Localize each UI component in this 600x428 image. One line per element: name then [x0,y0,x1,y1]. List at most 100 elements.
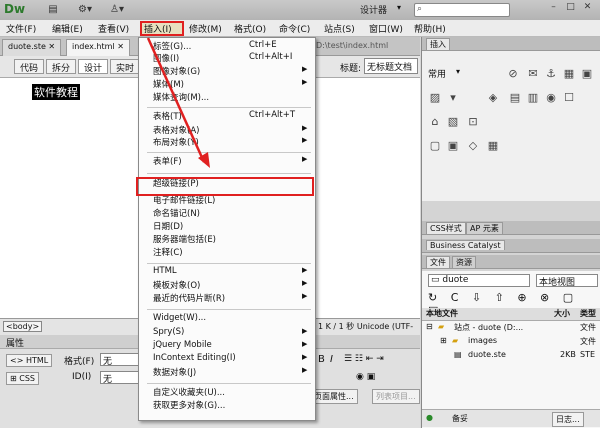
title-input[interactable]: 无标题文档 [364,58,418,74]
split-view-button[interactable]: 拆分 [46,59,77,74]
maximize-button[interactable]: □ [562,2,579,16]
insert-category-select[interactable]: 常用 [428,67,446,80]
css-mode-button[interactable]: ⊞ CSS [6,372,39,385]
submenu-arrow-icon: ▶ [302,279,308,287]
tab-business-catalyst[interactable]: Business Catalyst [426,240,505,250]
menu-item[interactable]: jQuery Mobile ▶ [139,340,315,352]
menu-help[interactable]: 帮助(H) [414,22,446,35]
email-link-icon[interactable]: ✉ [526,67,540,81]
image-icon[interactable]: ▨ [428,91,442,105]
submenu-arrow-icon: ▶ [302,124,308,132]
menu-item-label: 获取更多对象(G)... [153,401,226,411]
widget-icon[interactable]: ▢ [428,139,442,153]
site-select[interactable]: ▭ duote [428,274,530,287]
comment-icon[interactable]: ◉ [544,91,558,105]
link-target-icon[interactable]: ◉ ▣ [356,372,375,382]
code-view-button[interactable]: 代码 [14,59,45,74]
date-icon[interactable]: ▤ [508,91,522,105]
menu-item[interactable]: 数据对象(J) ▶ [139,366,315,378]
folder-icon: ▰ [452,336,459,345]
table-icon[interactable]: ▦ [562,67,576,81]
menu-item[interactable]: 获取更多对象(G)... [139,399,315,411]
image-dropdown-icon[interactable]: ▾ [446,91,460,105]
server-include-icon[interactable]: ▥ [526,91,540,105]
menu-item[interactable]: InContext Editing(I) ▶ [139,353,315,365]
tab-insert[interactable]: 插入 [426,38,450,50]
file-name: 站点 - duote (D:... [454,323,524,332]
menu-item[interactable]: 日期(D) [139,220,315,232]
log-button[interactable]: 日志... [552,412,584,427]
script-icon[interactable]: ⌂ [428,115,442,129]
close-button[interactable]: ✕ [579,2,596,16]
snippet-icon[interactable]: ▣ [446,139,460,153]
chevron-down-icon[interactable]: ▾ [397,3,401,12]
menu-modify[interactable]: 修改(M) [189,22,222,35]
menu-item-label: InContext Editing(I) [153,353,236,363]
div-icon[interactable]: ▣ [580,67,594,81]
file-row[interactable]: ▤ duote.ste 2KB STE [422,350,600,363]
menu-commands[interactable]: 命令(C) [279,22,310,35]
menu-item[interactable]: 模板对象(O) ▶ [139,279,315,291]
file-row[interactable]: ⊞ ▰ images 文件 [422,336,600,349]
menu-file[interactable]: 文件(F) [6,22,36,35]
head-icon[interactable]: ☐ [562,91,576,105]
submenu-arrow-icon: ▶ [302,292,308,300]
tag-chooser-icon[interactable]: ⊡ [466,115,480,129]
menu-item[interactable]: HTML ▶ [139,266,315,278]
submenu-arrow-icon: ▶ [302,65,308,73]
menu-site[interactable]: 站点(S) [324,22,355,35]
tab-css-styles[interactable]: CSS样式 [426,222,466,234]
menu-item[interactable]: Widget(W)... [139,313,315,325]
list-item-button[interactable]: 列表项目... [372,389,420,404]
tab-ap-elements[interactable]: AP 元素 [466,222,503,234]
tab-index-html[interactable]: index.html ✕ [66,39,130,56]
menu-window[interactable]: 窗口(W) [369,22,403,35]
hyperlink-icon[interactable]: ⊘ [506,67,520,81]
media-icon[interactable]: ◈ [486,91,500,105]
menu-edit[interactable]: 编辑(E) [52,22,83,35]
files-panel: ▭ duote 本地视图 ↻ C ⇩ ⇧ ⊕ ⊗ ▢ ▣ 本地文件 大小 类型 … [422,271,600,428]
search-input[interactable]: ⌕ [414,3,510,17]
menu-item[interactable]: Spry(S) ▶ [139,327,315,339]
minimize-button[interactable]: – [545,2,562,16]
menu-view[interactable]: 查看(V) [98,22,129,35]
menu-item-label: 最近的代码片断(R) [153,294,226,304]
bold-icon[interactable]: B [318,354,325,365]
list-icon[interactable]: ☰ ☷ ⇤ ⇥ [344,354,384,364]
tab-duote-ste[interactable]: duote.ste ✕ [2,39,62,56]
link-icon[interactable]: ◇ [466,139,480,153]
gear-icon[interactable]: ⚙▾ [76,4,94,16]
anchor-icon[interactable]: ⚓ [544,67,558,81]
design-view-button[interactable]: 设计 [78,59,109,74]
menu-item-label: 自定义收藏夹(U)... [153,388,225,398]
collapse-icon[interactable]: ⊟ [426,322,433,331]
menu-item[interactable]: 注释(C) [139,246,315,258]
italic-icon[interactable]: I [330,354,333,365]
html-mode-button[interactable]: <> HTML [6,354,53,367]
live-view-button[interactable]: 实时 [110,59,141,74]
template-icon[interactable]: ▧ [446,115,460,129]
menu-item[interactable]: 服务器端包括(E) [139,233,315,245]
workspace-switcher[interactable]: 设计器 [360,3,387,16]
chevron-down-icon[interactable]: ▾ [456,67,460,76]
files-panel-header: 文件 资源 [422,255,600,269]
menu-item[interactable]: 命名锚记(N) [139,207,315,219]
selected-text[interactable]: 软件教程 [32,84,80,100]
layout-icon[interactable]: ▤ [46,4,60,16]
menu-item-label: 数据对象(J) [153,368,197,378]
menu-insert[interactable]: 插入(I) [144,22,172,35]
file-row[interactable]: ⊟ ▰ 站点 - duote (D:... 文件 [422,322,600,335]
menu-item-label: Widget(W)... [153,313,207,323]
menu-item[interactable]: 最近的代码片断(R) ▶ [139,292,315,304]
menu-item[interactable]: 自定义收藏夹(U)... [139,386,315,398]
code-icon[interactable]: ▦ [486,139,500,153]
user-icon[interactable]: ♙▾ [108,4,126,16]
expand-icon[interactable]: ⊞ [440,336,447,345]
menu-format[interactable]: 格式(O) [234,22,266,35]
tab-assets[interactable]: 资源 [452,256,476,268]
tab-files[interactable]: 文件 [426,256,450,268]
tag-selector-body[interactable]: <body> [3,321,43,332]
view-select[interactable]: 本地视图 [536,274,598,288]
page-properties-button[interactable]: 页面属性... [310,389,358,404]
format-label: 格式(F) [64,357,95,367]
